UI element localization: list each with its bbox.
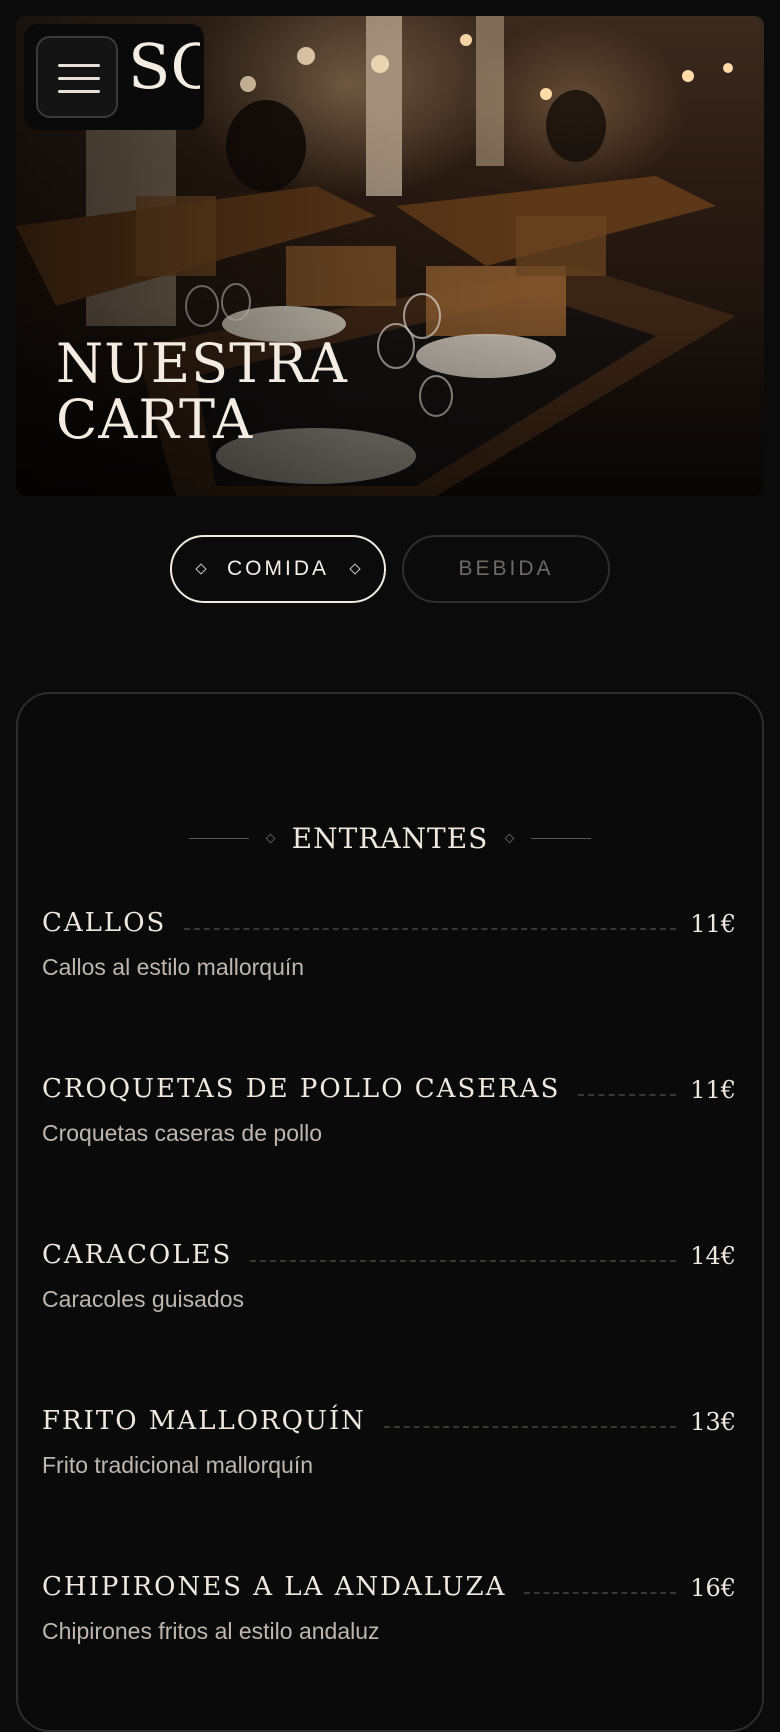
page-title-line2: CARTA (56, 388, 254, 451)
menu-item-price: 11€ (690, 910, 736, 938)
tab-comida-label: COMIDA (227, 557, 329, 580)
hamburger-menu-icon (58, 90, 100, 93)
logo[interactable]: SC (126, 30, 200, 124)
diamond-icon (349, 563, 361, 575)
diamond-icon (195, 563, 207, 575)
menu-item: CARACOLES 14€ Caracoles guisados (42, 1234, 736, 1313)
divider-line (188, 837, 249, 839)
page-title-line1: NUESTRA (56, 332, 348, 395)
hamburger-menu-icon (58, 77, 100, 80)
menu-item-name: CARACOLES (42, 1240, 233, 1270)
menu-item-name: CHIPIRONES A LA ANDALUZA (42, 1572, 507, 1602)
divider-line (531, 837, 592, 839)
tab-bebida[interactable]: BEBIDA (402, 535, 610, 603)
section-title: ENTRANTES (291, 821, 489, 855)
menu-item-description: Croquetas caseras de pollo (42, 1120, 322, 1146)
menu-item-name: CALLOS (42, 908, 167, 938)
menu-item-price: 11€ (690, 1076, 736, 1104)
menu-tabs: COMIDA BEBIDA (0, 535, 780, 605)
diamond-icon (265, 833, 276, 843)
menu-item-price: 16€ (690, 1574, 736, 1602)
logo-s: SC (128, 30, 200, 103)
menu-item-price: 13€ (690, 1408, 736, 1436)
menu-item-description: Frito tradicional mallorquín (42, 1452, 314, 1478)
dotted-leader (184, 928, 677, 930)
tab-comida[interactable]: COMIDA (170, 535, 386, 603)
menu-item: CALLOS 11€ Callos al estilo mallorquín (42, 902, 736, 981)
menu-item-name: CROQUETAS DE POLLO CASERAS (42, 1074, 561, 1104)
menu-button[interactable] (36, 36, 118, 118)
menu-item: FRITO MALLORQUÍN 13€ Frito tradicional m… (42, 1400, 736, 1479)
dotted-leader (578, 1094, 677, 1096)
menu-item: CROQUETAS DE POLLO CASERAS 11€ Croquetas… (42, 1068, 736, 1147)
dotted-leader (250, 1260, 677, 1262)
dotted-leader (524, 1592, 677, 1594)
diamond-icon (504, 833, 515, 843)
tab-bebida-label: BEBIDA (458, 557, 554, 580)
menu-item-price: 14€ (690, 1242, 736, 1270)
menu-item-description: Callos al estilo mallorquín (42, 954, 305, 980)
menu-item-description: Caracoles guisados (42, 1286, 245, 1312)
menu-item-name: FRITO MALLORQUÍN (42, 1406, 366, 1436)
hamburger-menu-icon (58, 64, 100, 67)
dotted-leader (383, 1426, 677, 1428)
page-title: NUESTRA CARTA (56, 336, 456, 448)
menu-item: CHIPIRONES A LA ANDALUZA 16€ Chipirones … (42, 1566, 736, 1645)
section-header: ENTRANTES (0, 820, 780, 856)
menu-item-description: Chipirones fritos al estilo andaluz (42, 1618, 380, 1644)
header-bar: SC (24, 24, 204, 130)
